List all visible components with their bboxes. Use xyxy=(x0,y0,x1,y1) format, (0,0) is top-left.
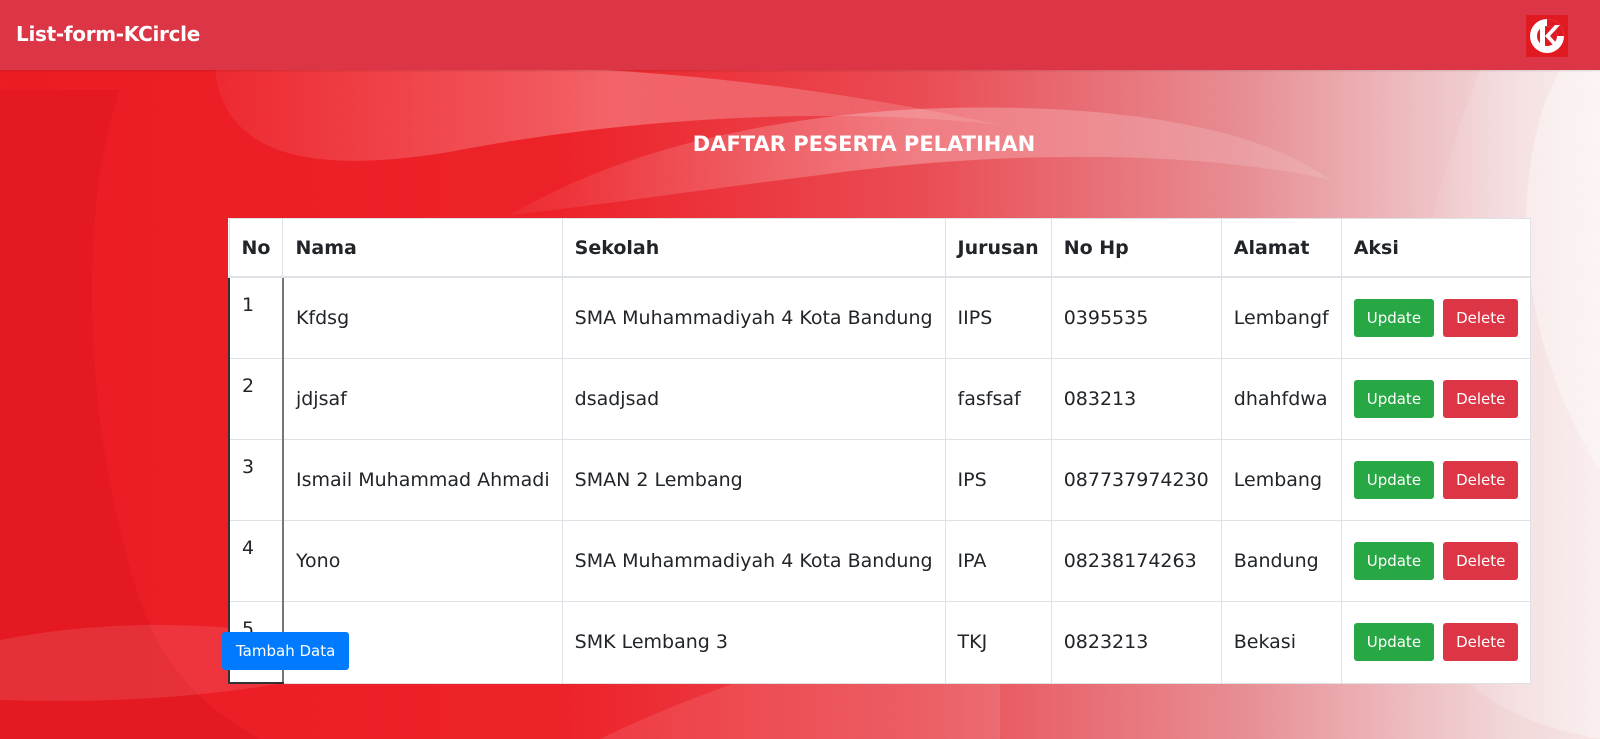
cell-alamat: Bandung xyxy=(1220,520,1342,602)
table-row: 4 Yono SMA Muhammadiyah 4 Kota Bandung I… xyxy=(228,520,1532,602)
cell-jurusan: IPA xyxy=(944,520,1052,602)
update-button[interactable]: Update xyxy=(1353,299,1435,337)
row-number: 4 xyxy=(228,520,284,602)
cell-nohp: 0395535 xyxy=(1050,276,1222,359)
table-row: 1 Kfdsg SMA Muhammadiyah 4 Kota Bandung … xyxy=(228,276,1532,359)
cell-nohp: 0823213 xyxy=(1050,601,1222,684)
column-header-nohp: No Hp xyxy=(1050,218,1222,278)
participants-table-container: No Nama Sekolah Jurusan No Hp Alamat Aks… xyxy=(228,218,1532,684)
cell-sekolah: SMA Muhammadiyah 4 Kota Bandung xyxy=(561,520,946,602)
cell-nohp: 08238174263 xyxy=(1050,520,1222,602)
column-header-aksi: Aksi xyxy=(1340,218,1532,278)
delete-button[interactable]: Delete xyxy=(1443,299,1519,337)
cell-jurusan: IPS xyxy=(944,439,1052,521)
cell-aksi: Update Delete xyxy=(1340,358,1532,440)
cell-nohp: 083213 xyxy=(1050,358,1222,440)
table-header-row: No Nama Sekolah Jurusan No Hp Alamat Aks… xyxy=(228,218,1532,278)
row-number: 1 xyxy=(228,276,284,359)
cell-aksi: Update Delete xyxy=(1340,439,1532,521)
cell-nohp: 087737974230 xyxy=(1050,439,1222,521)
circle-k-logo-icon[interactable] xyxy=(1526,15,1568,57)
delete-button[interactable]: Delete xyxy=(1443,623,1519,662)
cell-sekolah: SMK Lembang 3 xyxy=(561,601,946,684)
cell-nama: Ismail Muhammad Ahmadi xyxy=(282,439,563,521)
column-header-nama: Nama xyxy=(282,218,563,278)
cell-sekolah: dsadjsad xyxy=(561,358,946,440)
page-title: DAFTAR PESERTA PELATIHAN xyxy=(692,132,1036,156)
delete-button[interactable]: Delete xyxy=(1443,380,1519,418)
cell-sekolah: SMAN 2 Lembang xyxy=(561,439,946,521)
cell-jurusan: IIPS xyxy=(944,276,1052,359)
cell-alamat: Lembang xyxy=(1220,439,1342,521)
update-button[interactable]: Update xyxy=(1353,380,1435,418)
cell-alamat: Bekasi xyxy=(1220,601,1342,684)
cell-nama: jdjsaf xyxy=(282,358,563,440)
tambah-data-button[interactable]: Tambah Data xyxy=(222,632,350,670)
column-header-alamat: Alamat xyxy=(1220,218,1342,278)
cell-jurusan: TKJ xyxy=(944,601,1052,684)
table-row: 2 jdjsaf dsadjsad fasfsaf 083213 dhahfdw… xyxy=(228,358,1532,440)
participants-table: No Nama Sekolah Jurusan No Hp Alamat Aks… xyxy=(228,218,1532,684)
column-header-jurusan: Jurusan xyxy=(944,218,1052,278)
table-row: 5 Alex SMK Lembang 3 TKJ 0823213 Bekasi … xyxy=(228,601,1532,684)
brand-title[interactable]: List-form-KCircle xyxy=(16,22,200,46)
update-button[interactable]: Update xyxy=(1353,461,1435,499)
update-button[interactable]: Update xyxy=(1353,542,1435,580)
delete-button[interactable]: Delete xyxy=(1443,461,1519,499)
cell-jurusan: fasfsaf xyxy=(944,358,1052,440)
cell-nama: Yono xyxy=(282,520,563,602)
cell-aksi: Update Delete xyxy=(1340,601,1532,684)
top-navbar: List-form-KCircle xyxy=(0,0,1600,70)
delete-button[interactable]: Delete xyxy=(1443,542,1519,580)
cell-nama: Kfdsg xyxy=(282,276,563,359)
cell-alamat: dhahfdwa xyxy=(1220,358,1342,440)
cell-aksi: Update Delete xyxy=(1340,276,1532,359)
column-header-sekolah: Sekolah xyxy=(561,218,946,278)
row-number: 3 xyxy=(228,439,284,521)
cell-aksi: Update Delete xyxy=(1340,520,1532,602)
cell-sekolah: SMA Muhammadiyah 4 Kota Bandung xyxy=(561,276,946,359)
cell-alamat: Lembangf xyxy=(1220,276,1342,359)
table-row: 3 Ismail Muhammad Ahmadi SMAN 2 Lembang … xyxy=(228,439,1532,521)
column-header-no: No xyxy=(228,218,284,278)
update-button[interactable]: Update xyxy=(1353,623,1435,662)
row-number: 2 xyxy=(228,358,284,440)
